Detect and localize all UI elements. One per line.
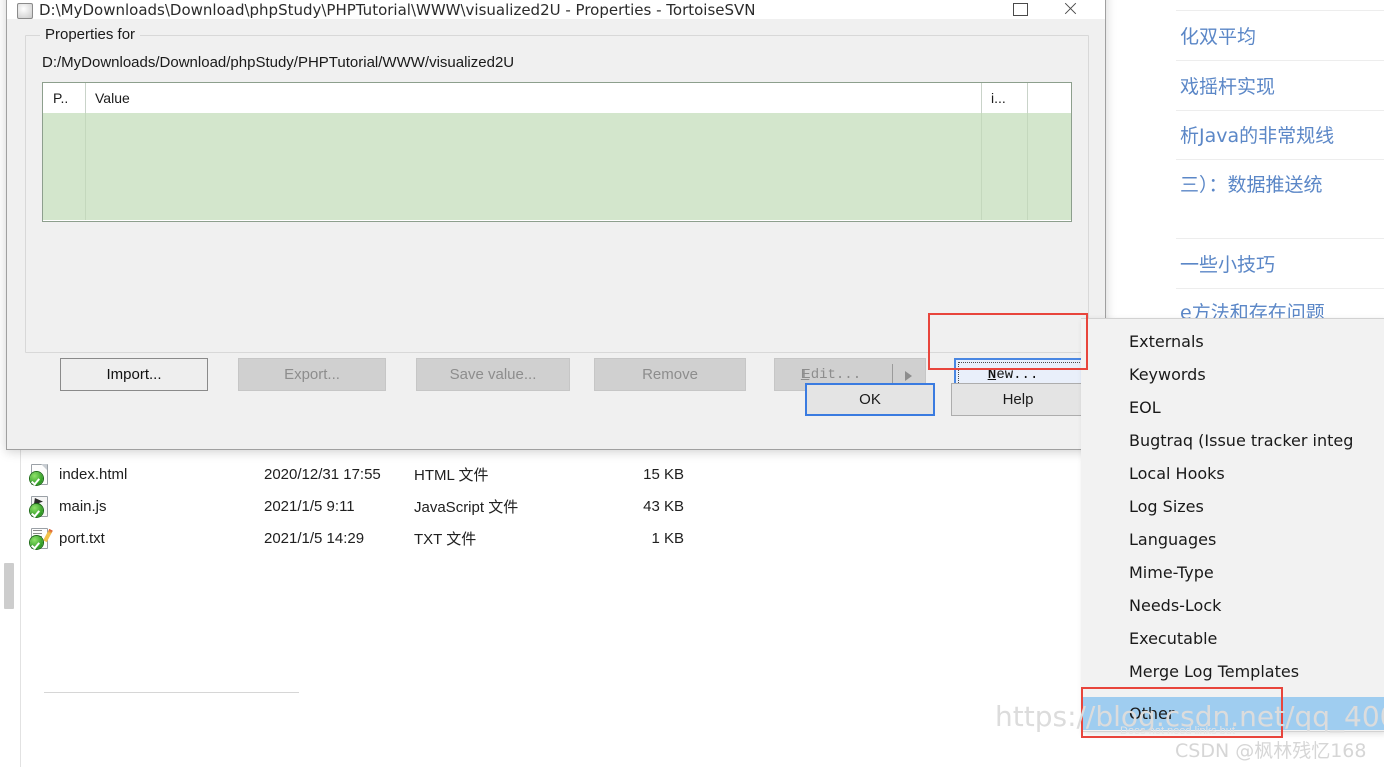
save-value-button[interactable]: Save value... [416,358,570,391]
file-name-label: port.txt [59,530,105,547]
target-path-label: D:/MyDownloads/Download/phpStudy/PHPTuto… [42,54,515,71]
html-file-icon [30,464,49,485]
column-divider[interactable] [981,83,982,113]
webpage-separator [1176,60,1384,61]
menu-item-log-sizes[interactable]: Log Sizes [1081,490,1384,523]
row-column-divider [981,113,982,220]
webpage-gutter [1128,0,1176,330]
webpage-link[interactable]: 三）：数据推送统 [1180,170,1323,197]
webpage-link[interactable]: 一些小技巧 [1180,250,1275,277]
file-row[interactable]: port.txt 2021/1/5 14:29 TXT 文件 1 KB [30,523,684,554]
webpage-separator [1176,10,1384,11]
menu-item-mime-type[interactable]: Mime-Type [1081,556,1384,589]
properties-dialog: D:\MyDownloads\Download\phpStudy\PHPTuto… [6,0,1106,450]
properties-list-body[interactable] [43,113,1071,220]
menu-item-local-hooks[interactable]: Local Hooks [1081,457,1384,490]
file-name-label: index.html [59,466,128,483]
file-date-cell: 2021/1/5 14:29 [264,530,365,547]
remove-button-label: Remove [642,366,698,383]
properties-groupbox: Properties for D:/MyDownloads/Download/p… [25,26,1106,391]
ok-button-label: OK [859,391,881,408]
column-divider[interactable] [85,83,86,113]
menu-item-keywords[interactable]: Keywords [1081,358,1384,391]
maximize-button[interactable] [997,0,1043,19]
dialog-titlebar[interactable]: D:\MyDownloads\Download\phpStudy\PHPTuto… [7,0,1105,19]
menu-item-merge-log-templates[interactable]: Merge Log Templates [1081,655,1384,688]
import-button-label: Import... [106,366,162,383]
save-value-button-label: Save value... [449,366,537,383]
webpage-link[interactable]: 析Java的非常规线 [1180,121,1334,148]
file-row[interactable]: index.html 2020/12/31 17:55 HTML 文件 15 K… [30,459,684,490]
column-divider[interactable] [1027,83,1028,113]
file-name-cell: index.html [30,464,260,485]
watermark-author: CSDN @枫林残忆168 [1175,740,1367,762]
menu-item-bugtraq[interactable]: Bugtraq (Issue tracker integ [1081,424,1384,457]
webpage-link[interactable]: 戏摇杆实现 [1180,72,1275,99]
export-button[interactable]: Export... [238,358,386,391]
import-button[interactable]: Import... [60,358,208,391]
webpage-link[interactable]: 化双平均 [1180,22,1256,49]
properties-list[interactable]: P.. Value i... [42,82,1072,222]
watermark-url: https://blog.csdn.net/qq_40015157 [995,700,1384,733]
file-size-cell: 15 KB [643,466,684,483]
column-header-inherited[interactable]: i... [991,90,1006,106]
menu-item-executable[interactable]: Executable [1081,622,1384,655]
file-date-cell: 2020/12/31 17:55 [264,466,381,483]
file-size-cell: 1 KB [651,530,684,547]
webpage-separator [1176,288,1384,289]
column-header-property[interactable]: P.. [53,90,68,106]
file-size-cell: 43 KB [643,498,684,515]
close-button[interactable] [1047,0,1093,19]
webpage-link-strip: 化双平均 戏摇杆实现 析Java的非常规线 三）：数据推送统 一些小技巧 e方法… [1176,0,1384,330]
webpage-separator [1176,159,1384,160]
tortoisesvn-icon [17,3,33,19]
export-button-label: Export... [284,366,340,383]
help-button-label: Help [1002,391,1034,408]
edit-button-label: Edit... [802,366,862,383]
file-type-cell: JavaScript 文件 [414,499,519,516]
menu-item-needs-lock[interactable]: Needs-Lock [1081,589,1384,622]
js-file-icon [30,496,49,517]
menu-item-externals[interactable]: Externals [1081,325,1384,358]
column-header-value[interactable]: Value [95,90,130,106]
file-name-label: main.js [59,498,107,515]
menu-item-eol[interactable]: EOL [1081,391,1384,424]
ok-button[interactable]: OK [805,383,935,416]
webpage-separator [1176,110,1384,111]
new-property-context-menu: Externals Keywords EOL Bugtraq (Issue tr… [1081,318,1384,732]
file-type-cell: TXT 文件 [414,531,477,548]
file-name-cell: main.js [30,496,260,517]
row-column-divider [85,113,86,220]
window-title: D:\MyDownloads\Download\phpStudy\PHPTuto… [39,1,756,19]
menu-item-languages[interactable]: Languages [1081,523,1384,556]
file-type-cell: HTML 文件 [414,467,489,484]
file-row[interactable]: main.js 2021/1/5 9:11 JavaScript 文件 43 K… [30,491,684,522]
row-column-divider [1027,113,1028,220]
groupbox-legend: Properties for [40,26,141,43]
webpage-separator [1176,238,1384,239]
txt-file-icon [30,528,53,549]
explorer-scrollbar-thumb[interactable] [4,563,14,609]
chevron-right-icon[interactable] [905,371,912,381]
properties-list-header: P.. Value i... [43,83,1071,114]
help-button[interactable]: Help [951,383,1085,416]
menu-separator [44,692,299,693]
remove-button[interactable]: Remove [594,358,746,391]
file-date-cell: 2021/1/5 9:11 [264,498,355,515]
file-name-cell: port.txt [30,528,260,549]
